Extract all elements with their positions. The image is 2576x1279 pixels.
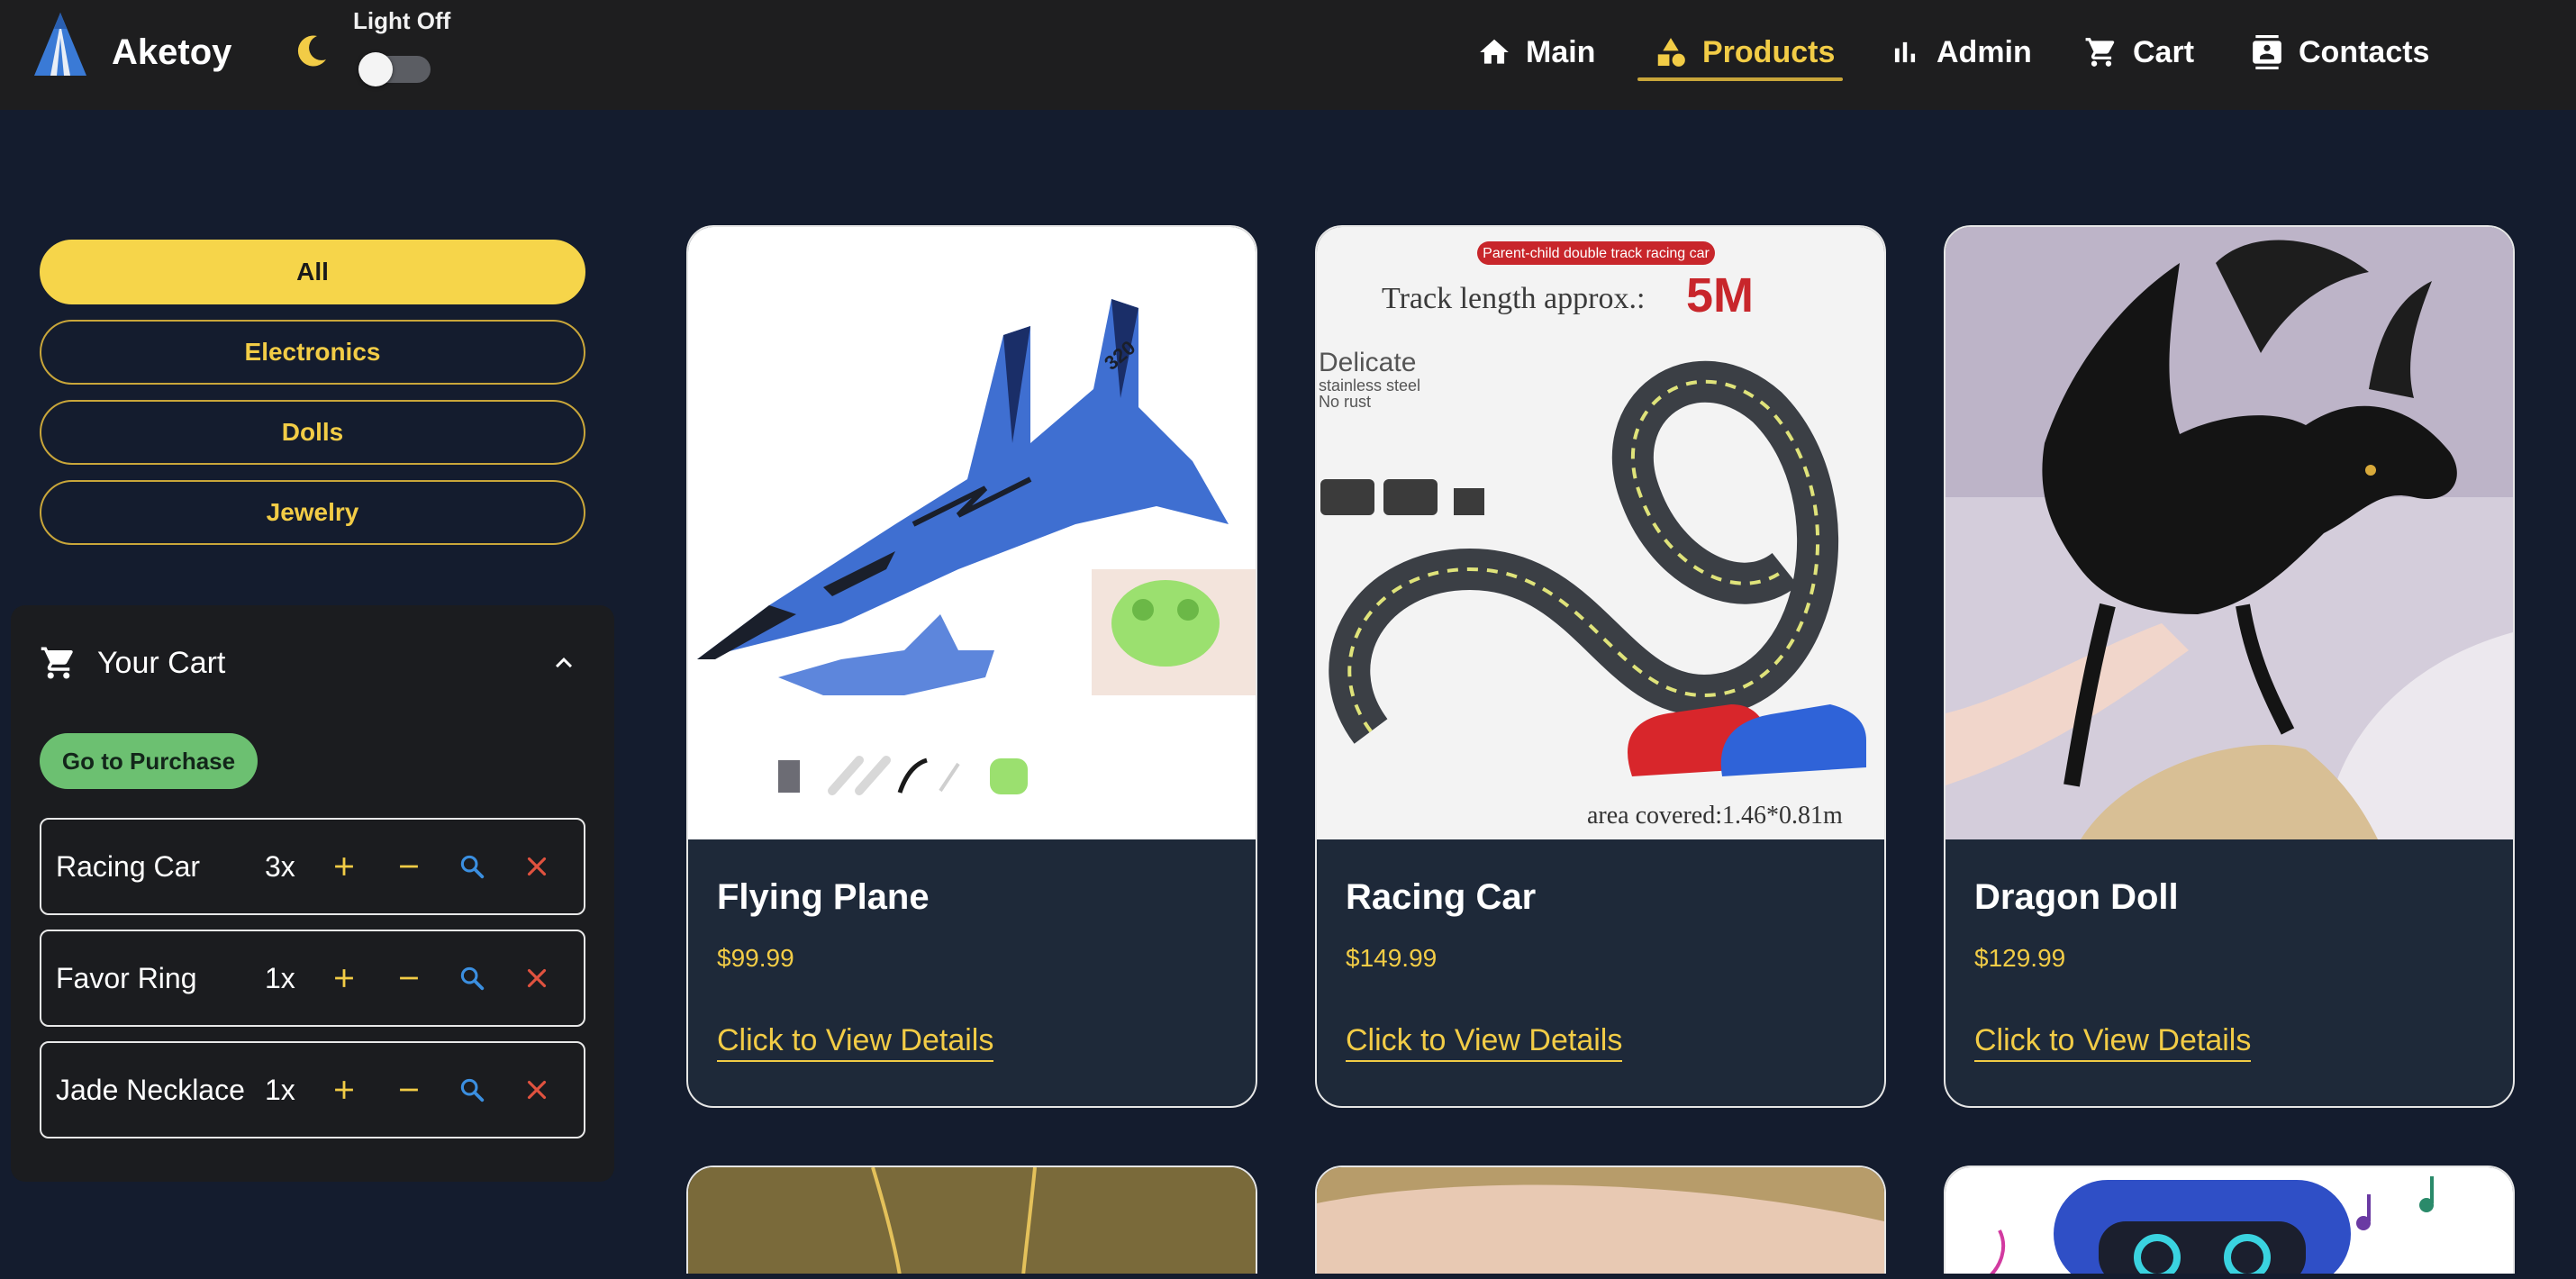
nav-contacts[interactable]: Contacts: [2250, 29, 2429, 76]
nav-main-label: Main: [1526, 34, 1596, 69]
product-card[interactable]: [1944, 1166, 2515, 1274]
filter-all[interactable]: All: [40, 240, 585, 304]
cart-item: Racing Car 3x: [40, 818, 585, 915]
view-item-button[interactable]: [456, 962, 488, 994]
cart-header[interactable]: Your Cart: [40, 641, 225, 685]
brand-name[interactable]: Aketoy: [112, 32, 231, 73]
view-item-button[interactable]: [456, 1074, 488, 1106]
nav-admin-label: Admin: [1937, 34, 2032, 69]
theme-toggle-label: Light Off: [353, 7, 451, 34]
product-image-ring[interactable]: [1317, 1167, 1884, 1274]
product-image-necklace[interactable]: [688, 1167, 1256, 1274]
product-card[interactable]: [686, 1166, 1257, 1274]
remove-item-button[interactable]: [521, 850, 553, 883]
racing-steel-text: stainless steel: [1319, 376, 1420, 395]
nav-contacts-label: Contacts: [2299, 34, 2430, 69]
cart-item: Jade Necklace 1x: [40, 1041, 585, 1138]
cart-title: Your Cart: [97, 645, 226, 680]
close-icon: [527, 968, 547, 988]
increase-button[interactable]: [328, 1074, 360, 1106]
product-card[interactable]: Dragon Doll $129.99 Click to View Detail…: [1944, 225, 2515, 1108]
nav-admin[interactable]: Admin: [1888, 29, 2032, 76]
product-image-plane[interactable]: 320: [688, 227, 1256, 839]
view-details-link[interactable]: Click to View Details: [717, 1023, 994, 1062]
nav-products[interactable]: Products: [1654, 29, 1835, 76]
toggle-knob: [358, 52, 393, 86]
product-price: $99.99: [717, 944, 794, 972]
cart-icon: [2085, 38, 2115, 67]
search-icon: [460, 966, 485, 991]
nav-active-indicator: [1637, 77, 1843, 81]
nav-cart-label: Cart: [2133, 34, 2195, 69]
racing-rust-text: No rust: [1319, 393, 1371, 411]
logo-icon[interactable]: [31, 11, 90, 77]
cart-item-qty: 1x: [265, 1073, 295, 1106]
increase-button[interactable]: [328, 850, 360, 883]
remove-item-button[interactable]: [521, 1074, 553, 1106]
product-card[interactable]: Parent-child double track racing car Tra…: [1315, 225, 1886, 1108]
nav-products-label: Products: [1702, 34, 1836, 69]
cart-item-qty: 3x: [265, 849, 295, 883]
racing-area-text: area covered:1.46*0.81m: [1587, 802, 1843, 830]
moon-icon: [297, 35, 326, 67]
cart-item-qty: 1x: [265, 961, 295, 994]
contacts-icon: [2253, 35, 2281, 69]
bar-chart-icon: [1894, 41, 1916, 63]
cart-icon: [41, 647, 73, 679]
nav-main[interactable]: Main: [1477, 29, 1595, 76]
filter-electronics[interactable]: Electronics: [40, 320, 585, 385]
racing-delicate-text: Delicate: [1319, 348, 1416, 377]
decrease-button[interactable]: [393, 962, 425, 994]
minus-icon: [400, 865, 418, 868]
decrease-button[interactable]: [393, 1074, 425, 1106]
nav-cart[interactable]: Cart: [2084, 29, 2194, 76]
remove-item-button[interactable]: [521, 962, 553, 994]
product-title: Dragon Doll: [1974, 877, 2179, 917]
go-to-purchase-button[interactable]: Go to Purchase: [40, 733, 258, 789]
product-card[interactable]: 320 Flying Plane $99.99 Click to View De…: [686, 225, 1257, 1108]
view-details-link[interactable]: Click to View Details: [1974, 1023, 2252, 1062]
search-icon: [460, 1078, 485, 1102]
increase-button[interactable]: [328, 962, 360, 994]
plus-icon: [335, 1081, 353, 1099]
product-image-dragon-doll[interactable]: [1946, 227, 2513, 839]
shapes-icon: [1657, 38, 1685, 67]
close-icon: [527, 857, 547, 876]
minus-icon: [400, 1088, 418, 1092]
search-icon: [460, 855, 485, 879]
filter-jewelry[interactable]: Jewelry: [40, 480, 585, 545]
plus-icon: [335, 969, 353, 987]
decrease-button[interactable]: [393, 850, 425, 883]
product-image-robot[interactable]: [1946, 1167, 2513, 1274]
cart-item-name: Favor Ring: [56, 961, 197, 994]
chevron-up-icon[interactable]: [548, 647, 580, 679]
racing-track-length-text: Track length approx.:: [1382, 282, 1645, 315]
cart-item: Favor Ring 1x: [40, 930, 585, 1027]
view-details-link[interactable]: Click to View Details: [1346, 1023, 1623, 1062]
theme-toggle[interactable]: [358, 52, 431, 86]
minus-icon: [400, 976, 418, 980]
cart-item-name: Jade Necklace: [56, 1073, 245, 1106]
racing-track-value-text: 5M: [1686, 268, 1754, 322]
product-image-racing-car[interactable]: Parent-child double track racing car Tra…: [1317, 227, 1884, 839]
product-card[interactable]: [1315, 1166, 1886, 1274]
racing-banner-text: Parent-child double track racing car: [1483, 246, 1710, 261]
cart-item-name: Racing Car: [56, 849, 201, 883]
product-title: Flying Plane: [717, 877, 930, 917]
home-icon: [1480, 39, 1509, 64]
plus-icon: [335, 857, 353, 875]
product-title: Racing Car: [1346, 877, 1537, 917]
product-price: $149.99: [1346, 944, 1438, 972]
close-icon: [527, 1080, 547, 1100]
filter-dolls[interactable]: Dolls: [40, 400, 585, 465]
view-item-button[interactable]: [456, 850, 488, 883]
product-price: $129.99: [1974, 944, 2066, 972]
